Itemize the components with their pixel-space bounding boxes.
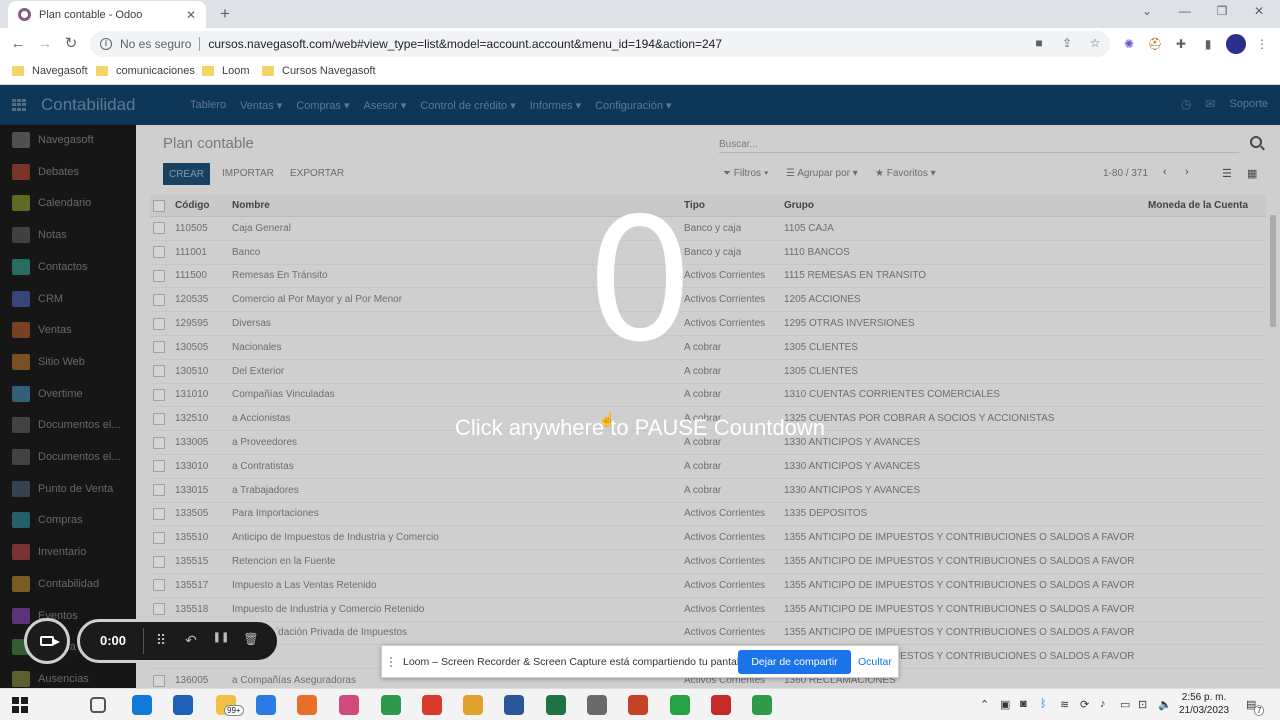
notification-count-badge: 7	[1254, 705, 1265, 716]
address-bar[interactable]: i No es seguro cursos.navegasoft.com/web…	[90, 31, 1110, 57]
bookmark-label: Navegasoft	[32, 65, 88, 77]
taskbar-app-icon[interactable]	[132, 695, 152, 715]
bookmark-item[interactable]: Cursos Navegasoft	[262, 65, 376, 77]
wifi-icon[interactable]: ≋	[1060, 698, 1069, 711]
grip-icon[interactable]	[390, 657, 394, 667]
tray-app-icon[interactable]: ◙	[1020, 698, 1027, 710]
bluetooth-icon[interactable]: ᛒ	[1040, 698, 1047, 710]
drag-handle-icon[interactable]: ⠿	[152, 632, 170, 649]
bookmark-label: Loom	[222, 65, 250, 77]
taskbar-app-icon[interactable]	[670, 695, 690, 715]
hand-cursor-icon: ☝	[599, 412, 616, 427]
camera-icon[interactable]: ■	[1032, 36, 1046, 50]
browser-toolbar: ← → ↻ i No es seguro cursos.navegasoft.c…	[0, 28, 1280, 60]
taskbar-app-icon[interactable]	[628, 695, 648, 715]
share-icon[interactable]: ⇪	[1060, 36, 1074, 50]
network-icon[interactable]: ⊡	[1138, 698, 1147, 711]
browser-tab[interactable]: Plan contable - Odoo ✕	[8, 1, 206, 28]
taskbar-app-icon[interactable]	[546, 695, 566, 715]
minimize-button[interactable]: —	[1175, 4, 1195, 18]
taskbar-app-icon[interactable]	[381, 695, 401, 715]
tray-chevron-icon[interactable]: ⌃	[980, 698, 989, 711]
side-panel-icon[interactable]: ▮	[1200, 36, 1216, 52]
tab-close-icon[interactable]: ✕	[184, 8, 198, 22]
odoo-app: Contabilidad Tablero Ventas ▾ Compras ▾ …	[0, 85, 1280, 688]
hide-button[interactable]: Ocultar	[858, 656, 892, 668]
insecure-label: No es seguro	[120, 37, 192, 51]
mail-count-badge: 99+	[224, 705, 244, 716]
folder-icon	[96, 66, 108, 76]
reload-icon[interactable]: ↻	[61, 34, 81, 54]
taskbar-app-icon[interactable]	[422, 695, 442, 715]
recording-timer: 0:00	[100, 633, 127, 648]
delete-icon[interactable]: 🗑	[242, 632, 260, 646]
new-tab-button[interactable]: +	[216, 4, 234, 24]
countdown-message[interactable]: Click anywhere to PAUSE Countdown	[0, 415, 1280, 441]
extensions-puzzle-icon[interactable]: ✚	[1173, 36, 1189, 52]
volume-icon[interactable]: 🔈	[1158, 698, 1172, 711]
clock-time: 2:56 p. m.	[1181, 692, 1227, 703]
tab-title: Plan contable - Odoo	[39, 8, 143, 21]
back-icon[interactable]: ←	[8, 34, 28, 54]
close-window-button[interactable]: ✕	[1249, 4, 1269, 18]
system-clock[interactable]: 2:56 p. m. 21/03/2023	[1179, 691, 1229, 717]
start-icon[interactable]	[12, 697, 28, 713]
undo-icon[interactable]: ↶	[182, 632, 200, 649]
taskbar-app-icon[interactable]	[90, 697, 106, 713]
taskbar-app-icon[interactable]	[752, 695, 772, 715]
taskbar-app-icon[interactable]	[587, 695, 607, 715]
recorder-divider	[143, 628, 144, 654]
countdown-dim-overlay[interactable]	[0, 85, 1280, 688]
countdown-number: 0	[585, 182, 695, 380]
stop-sharing-button[interactable]: Dejar de compartir	[738, 650, 851, 674]
folder-icon	[202, 66, 214, 76]
camera-toggle-button[interactable]	[24, 618, 70, 664]
microphone-icon[interactable]: ♪	[1100, 698, 1106, 710]
share-message: Loom – Screen Recorder & Screen Capture …	[403, 656, 751, 668]
bookmark-star-icon[interactable]: ☆	[1088, 36, 1102, 50]
screen-share-notification: Loom – Screen Recorder & Screen Capture …	[381, 645, 899, 678]
extension-color-icon[interactable]: ✺	[1121, 36, 1137, 52]
tab-search-icon[interactable]: ⌄	[1137, 4, 1157, 18]
browser-tab-bar: Plan contable - Odoo ✕ + ⌄ — ❐ ✕	[0, 0, 1280, 28]
address-separator	[199, 37, 201, 51]
bookmark-item[interactable]: Navegasoft	[12, 65, 88, 77]
bookmark-label: Cursos Navegasoft	[282, 65, 376, 77]
taskbar-app-icon[interactable]	[297, 695, 317, 715]
windows-taskbar: ⌃ ▣ ◙ ᛒ ≋ ⟳ ♪ ▭ ⊡ 🔈 2:56 p. m. 21/03/202…	[0, 688, 1280, 720]
bookmark-item[interactable]: comunicaciones	[96, 65, 195, 77]
taskbar-app-icon[interactable]	[463, 695, 483, 715]
maximize-button[interactable]: ❐	[1212, 4, 1232, 18]
bookmarks-bar: Navegasoft comunicaciones Loom Cursos Na…	[0, 60, 1280, 85]
profile-avatar[interactable]	[1226, 34, 1246, 54]
taskbar-app-icon[interactable]	[173, 695, 193, 715]
taskbar-app-icon[interactable]	[339, 695, 359, 715]
taskbar-app-icon[interactable]	[711, 695, 731, 715]
browser-menu-icon[interactable]: ⋮	[1254, 36, 1270, 52]
forward-icon[interactable]: →	[35, 34, 55, 54]
video-camera-icon	[40, 636, 60, 646]
taskbar-app-icon[interactable]	[504, 695, 524, 715]
info-icon[interactable]: i	[100, 38, 112, 50]
bookmark-item[interactable]: Loom	[202, 65, 250, 77]
tray-app-icon[interactable]: ▣	[1000, 698, 1010, 711]
folder-icon	[12, 66, 24, 76]
url-text[interactable]: cursos.navegasoft.com/web#view_type=list…	[208, 37, 722, 51]
clock-date: 21/03/2023	[1179, 705, 1230, 716]
sync-icon[interactable]: ⟳	[1080, 698, 1089, 711]
extension-incognito-icon[interactable]: ⛑	[1147, 36, 1163, 52]
address-bar-actions: ■ ⇪ ☆	[1032, 36, 1102, 50]
bookmark-label: comunicaciones	[116, 65, 195, 77]
battery-icon[interactable]: ▭	[1120, 698, 1130, 711]
pause-icon[interactable]: ❚❚	[212, 632, 230, 643]
folder-icon	[262, 66, 274, 76]
odoo-favicon-icon	[18, 8, 31, 21]
taskbar-app-icon[interactable]	[256, 695, 276, 715]
recorder-control-bar: 0:00 ⠿ ↶ ❚❚ 🗑	[77, 619, 280, 663]
